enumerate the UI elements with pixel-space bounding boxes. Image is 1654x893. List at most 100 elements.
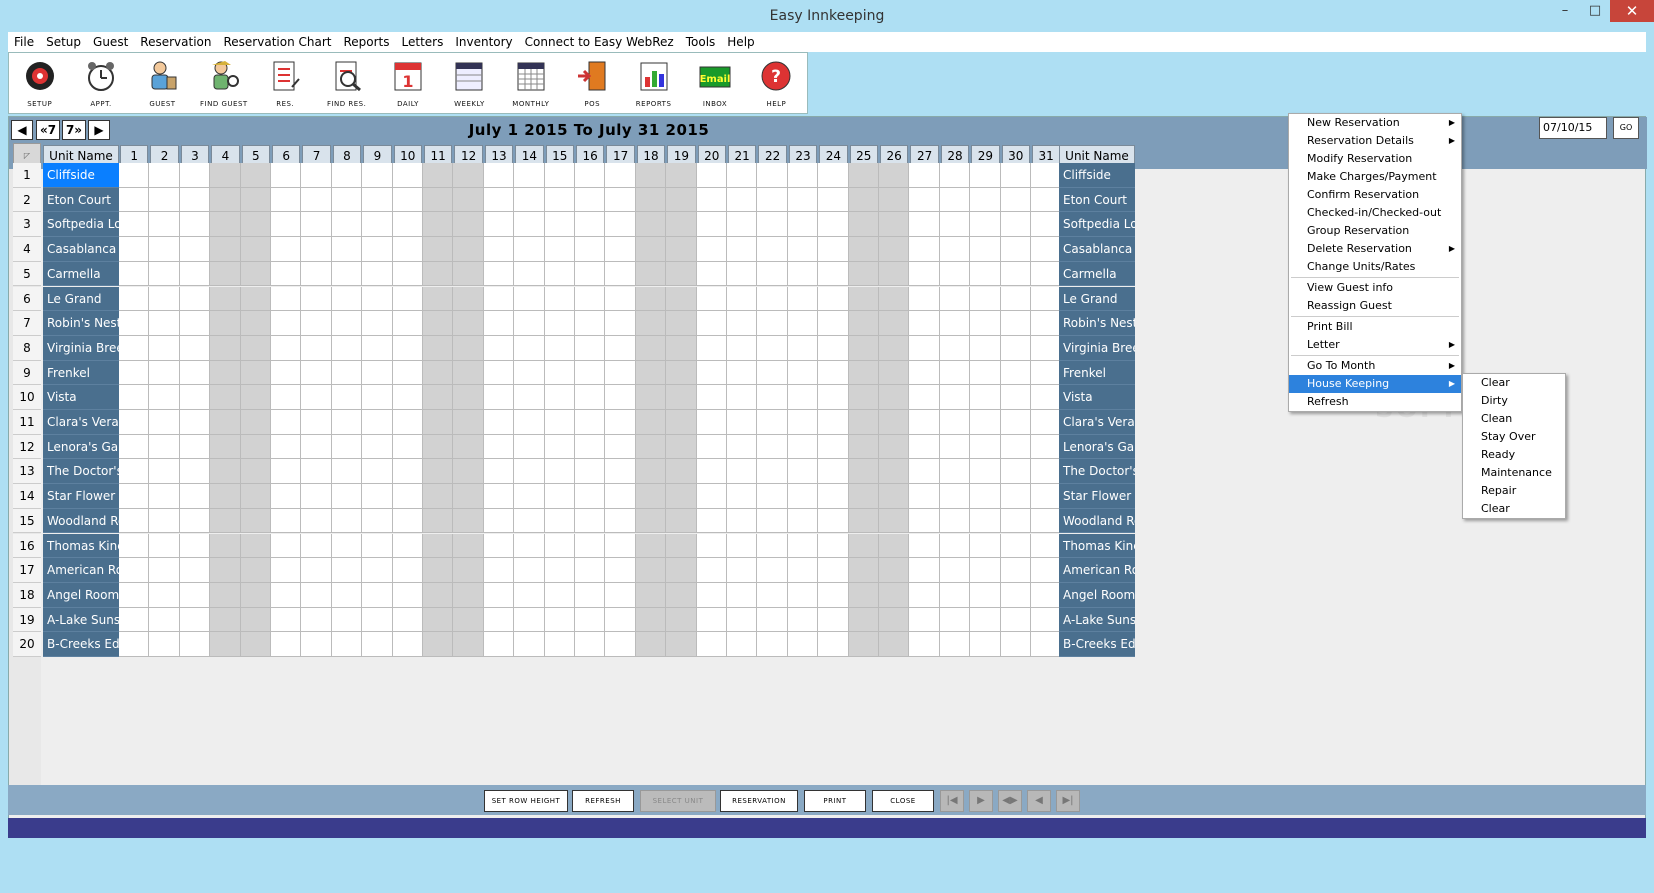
next-record-button[interactable]: ▶ — [969, 790, 993, 812]
booking-cell[interactable] — [727, 484, 758, 509]
menu-inventory[interactable]: Inventory — [449, 35, 518, 49]
booking-cell[interactable] — [179, 163, 211, 188]
booking-cell[interactable] — [970, 558, 1001, 583]
booking-cell[interactable] — [301, 237, 332, 262]
booking-cell[interactable] — [1000, 533, 1031, 559]
booking-cell[interactable] — [240, 607, 271, 633]
booking-cell[interactable] — [392, 632, 423, 657]
booking-cell[interactable] — [575, 385, 606, 410]
booking-cell[interactable] — [1031, 632, 1062, 657]
booking-cell[interactable] — [605, 212, 636, 238]
booking-cell[interactable] — [119, 410, 150, 435]
menu-help[interactable]: Help — [721, 35, 760, 49]
booking-cell[interactable] — [210, 335, 241, 361]
booking-cell[interactable] — [453, 187, 484, 213]
booking-cell[interactable] — [909, 261, 940, 287]
booking-cell[interactable] — [423, 311, 454, 336]
booking-cell[interactable] — [605, 607, 636, 633]
booking-cell[interactable] — [1031, 484, 1062, 509]
booking-cell[interactable] — [423, 212, 454, 238]
booking-cell[interactable] — [727, 360, 758, 386]
booking-cell[interactable] — [544, 533, 575, 559]
booking-cell[interactable] — [605, 335, 636, 361]
booking-cell[interactable] — [696, 508, 727, 534]
booking-cell[interactable] — [240, 360, 271, 386]
date-input[interactable]: 07/10/15 — [1539, 117, 1607, 139]
row-number[interactable]: 7 — [13, 311, 41, 336]
booking-cell[interactable] — [423, 607, 454, 633]
booking-cell[interactable] — [301, 163, 332, 188]
booking-cell[interactable] — [666, 311, 697, 336]
booking-cell[interactable] — [909, 335, 940, 361]
booking-cell[interactable] — [331, 533, 363, 559]
row-number[interactable]: 20 — [13, 632, 41, 657]
booking-cell[interactable] — [757, 286, 788, 312]
booking-cell[interactable] — [119, 484, 150, 509]
booking-cell[interactable] — [1000, 360, 1031, 386]
booking-cell[interactable] — [787, 508, 819, 534]
booking-cell[interactable] — [696, 311, 727, 336]
booking-cell[interactable] — [210, 261, 241, 287]
booking-cell[interactable] — [909, 187, 940, 213]
booking-cell[interactable] — [271, 484, 302, 509]
booking-cell[interactable] — [423, 261, 454, 287]
booking-cell[interactable] — [848, 237, 879, 262]
booking-cell[interactable] — [909, 533, 940, 559]
booking-cell[interactable] — [119, 187, 150, 213]
booking-cell[interactable] — [331, 434, 363, 460]
minimize-button[interactable]: – — [1550, 0, 1580, 22]
booking-cell[interactable] — [635, 459, 667, 485]
booking-cell[interactable] — [635, 434, 667, 460]
booking-cell[interactable] — [848, 632, 879, 657]
booking-cell[interactable] — [575, 187, 606, 213]
booking-cell[interactable] — [605, 508, 636, 534]
booking-cell[interactable] — [1031, 607, 1062, 633]
booking-cell[interactable] — [970, 607, 1001, 633]
booking-cell[interactable] — [392, 286, 423, 312]
booking-cell[interactable] — [727, 286, 758, 312]
booking-cell[interactable] — [970, 261, 1001, 287]
booking-cell[interactable] — [119, 533, 150, 559]
booking-cell[interactable] — [635, 410, 667, 435]
booking-cell[interactable] — [149, 360, 180, 386]
booking-cell[interactable] — [909, 163, 940, 188]
toolbar-find-guest-button[interactable]: FIND GUEST — [193, 53, 254, 113]
unit-name-cell-right[interactable]: Woodland Room — [1059, 508, 1135, 534]
booking-cell[interactable] — [696, 237, 727, 262]
booking-cell[interactable] — [666, 335, 697, 361]
toolbar-inbox-button[interactable]: Email INBOX — [684, 53, 745, 113]
booking-cell[interactable] — [575, 484, 606, 509]
booking-cell[interactable] — [787, 582, 819, 608]
booking-cell[interactable] — [240, 187, 271, 213]
booking-cell[interactable] — [362, 484, 393, 509]
context-view-guest-info[interactable]: View Guest info — [1289, 279, 1461, 297]
unit-name-cell[interactable]: Vista — [43, 385, 119, 410]
unit-name-cell-right[interactable]: Lenora's Garden — [1059, 434, 1135, 460]
booking-cell[interactable] — [210, 410, 241, 435]
booking-cell[interactable] — [727, 410, 758, 435]
unit-name-cell-right[interactable]: Clara's Veranda — [1059, 410, 1135, 435]
row-number[interactable]: 2 — [13, 187, 41, 213]
booking-cell[interactable] — [605, 410, 636, 435]
booking-cell[interactable] — [301, 335, 332, 361]
booking-cell[interactable] — [970, 360, 1001, 386]
row-number[interactable]: 1 — [13, 163, 41, 188]
booking-cell[interactable] — [635, 360, 667, 386]
booking-cell[interactable] — [1031, 286, 1062, 312]
booking-cell[interactable] — [483, 558, 515, 583]
booking-cell[interactable] — [605, 459, 636, 485]
booking-cell[interactable] — [301, 212, 332, 238]
booking-cell[interactable] — [1031, 187, 1062, 213]
booking-cell[interactable] — [1031, 459, 1062, 485]
booking-cell[interactable] — [666, 360, 697, 386]
unit-name-cell-right[interactable]: Angel Room — [1059, 582, 1135, 608]
booking-cell[interactable] — [453, 582, 484, 608]
booking-cell[interactable] — [787, 410, 819, 435]
booking-cell[interactable] — [331, 459, 363, 485]
booking-cell[interactable] — [879, 434, 910, 460]
booking-cell[interactable] — [392, 582, 423, 608]
booking-cell[interactable] — [939, 582, 971, 608]
booking-cell[interactable] — [301, 187, 332, 213]
booking-cell[interactable] — [119, 261, 150, 287]
booking-cell[interactable] — [119, 508, 150, 534]
